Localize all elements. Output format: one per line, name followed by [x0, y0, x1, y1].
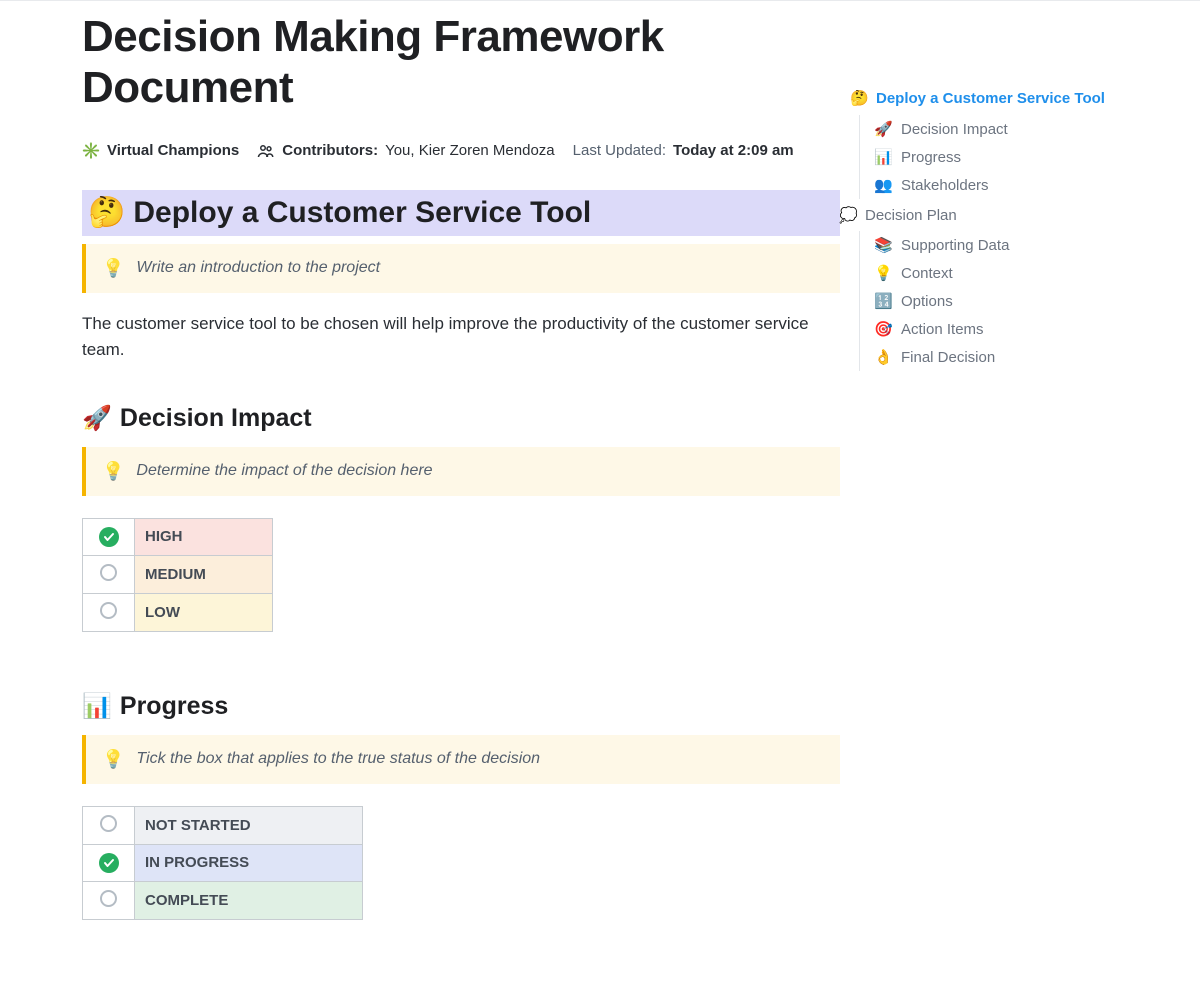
outline-sidebar: 🤔 Deploy a Customer Service Tool 🚀 Decisi…	[850, 11, 1150, 371]
toc-item-icon: 📚	[874, 236, 892, 254]
option-label-cell: MEDIUM	[135, 555, 273, 593]
progress-table: NOT STARTEDIN PROGRESSCOMPLETE	[82, 806, 363, 920]
toc-item-icon: 🚀	[874, 120, 892, 138]
toc-item[interactable]: 👌 Final Decision	[860, 343, 1150, 371]
contributors-icon	[257, 142, 275, 160]
toc-item-icon: 🎯	[874, 320, 892, 338]
updated-chip: Last Updated: Today at 2:09 am	[573, 142, 794, 159]
progress-title: Progress	[120, 692, 228, 721]
toc-root-label: Deploy a Customer Service Tool	[876, 90, 1105, 107]
option-label-cell: LOW	[135, 593, 273, 631]
toc-item-label: Stakeholders	[901, 177, 989, 194]
option-label-cell: IN PROGRESS	[135, 844, 363, 881]
impact-title: Decision Impact	[120, 404, 312, 433]
toc-item-icon: 🔢	[874, 292, 892, 310]
callout-progress-text: Tick the box that applies to the true st…	[136, 750, 540, 768]
table-row: MEDIUM	[83, 555, 273, 593]
toc-item-label: Action Items	[901, 321, 984, 338]
radio-empty-icon	[100, 564, 117, 581]
impact-table: HIGHMEDIUMLOW	[82, 518, 273, 632]
toc-item-icon: 👌	[874, 348, 892, 366]
table-row: HIGH	[83, 518, 273, 555]
table-row: COMPLETE	[83, 881, 363, 919]
impact-heading: 🚀 Decision Impact	[82, 404, 840, 433]
updated-label: Last Updated:	[573, 142, 666, 159]
toc-item[interactable]: 🎯 Action Items	[860, 315, 1150, 343]
contributors-chip[interactable]: Contributors: You, Kier Zoren Mendoza	[257, 142, 554, 160]
lightbulb-icon: 💡	[102, 258, 124, 279]
toc-item-icon: 📊	[874, 148, 892, 166]
thinking-icon: 🤔	[88, 198, 125, 228]
progress-heading: 📊 Progress	[82, 692, 840, 721]
check-icon	[99, 527, 119, 547]
meta-row: ✳️ Virtual Champions Contributors: You, …	[82, 142, 840, 160]
callout-progress[interactable]: 💡 Tick the box that applies to the true …	[82, 735, 840, 784]
page-title: Decision Making Framework Document	[82, 11, 840, 114]
toc-item-label: Supporting Data	[901, 237, 1009, 254]
team-name: Virtual Champions	[107, 142, 239, 159]
table-row: NOT STARTED	[83, 806, 363, 844]
option-label-cell: HIGH	[135, 518, 273, 555]
toc-item[interactable]: 🚀 Decision Impact	[860, 115, 1150, 143]
toc-item-label: Progress	[901, 149, 961, 166]
radio-empty-icon	[100, 815, 117, 832]
section-title: Deploy a Customer Service Tool	[133, 196, 591, 230]
toc-item[interactable]: 📊 Progress	[860, 143, 1150, 171]
intro-paragraph[interactable]: The customer service tool to be chosen w…	[82, 311, 822, 364]
team-icon: ✳️	[82, 142, 100, 160]
radio-empty-icon	[100, 890, 117, 907]
toc-item-label: Options	[901, 293, 953, 310]
toc-item-label: Decision Impact	[901, 121, 1008, 138]
toc-item-label: Context	[901, 265, 953, 282]
option-check-cell[interactable]	[83, 555, 135, 593]
option-check-cell[interactable]	[83, 881, 135, 919]
option-check-cell[interactable]	[83, 844, 135, 881]
radio-empty-icon	[100, 602, 117, 619]
table-row: IN PROGRESS	[83, 844, 363, 881]
option-check-cell[interactable]	[83, 518, 135, 555]
toc-item[interactable]: 🔢 Options	[860, 287, 1150, 315]
toc-group-decision-plan[interactable]: 💭 Decision Plan	[839, 199, 1150, 231]
callout-impact-text: Determine the impact of the decision her…	[136, 462, 432, 480]
thinking-icon: 🤔	[850, 89, 868, 107]
contributors-value: You, Kier Zoren Mendoza	[385, 142, 555, 159]
lightbulb-icon: 💡	[102, 749, 124, 770]
callout-intro-text: Write an introduction to the project	[136, 259, 380, 277]
option-label-cell: NOT STARTED	[135, 806, 363, 844]
rocket-icon: 🚀	[82, 404, 112, 433]
callout-intro[interactable]: 💡 Write an introduction to the project	[82, 244, 840, 293]
toc-root[interactable]: 🤔 Deploy a Customer Service Tool	[850, 89, 1150, 107]
updated-value: Today at 2:09 am	[673, 142, 794, 159]
toc-item[interactable]: 📚 Supporting Data	[860, 231, 1150, 259]
toc-item[interactable]: 💡 Context	[860, 259, 1150, 287]
toc-item[interactable]: 👥 Stakeholders	[860, 171, 1150, 199]
table-row: LOW	[83, 593, 273, 631]
callout-impact[interactable]: 💡 Determine the impact of the decision h…	[82, 447, 840, 496]
contributors-label: Contributors:	[282, 142, 378, 159]
option-check-cell[interactable]	[83, 593, 135, 631]
toc-item-icon: 👥	[874, 176, 892, 194]
chart-icon: 📊	[82, 692, 112, 721]
section-banner: 🤔 Deploy a Customer Service Tool	[82, 190, 840, 236]
toc-item-icon: 💡	[874, 264, 892, 282]
option-label-cell: COMPLETE	[135, 881, 363, 919]
check-icon	[99, 853, 119, 873]
toc-item-label: Final Decision	[901, 349, 995, 366]
lightbulb-icon: 💡	[102, 461, 124, 482]
thought-bubble-icon: 💭	[839, 206, 857, 224]
toc-group-label: Decision Plan	[865, 207, 957, 224]
option-check-cell[interactable]	[83, 806, 135, 844]
team-chip[interactable]: ✳️ Virtual Champions	[82, 142, 239, 160]
